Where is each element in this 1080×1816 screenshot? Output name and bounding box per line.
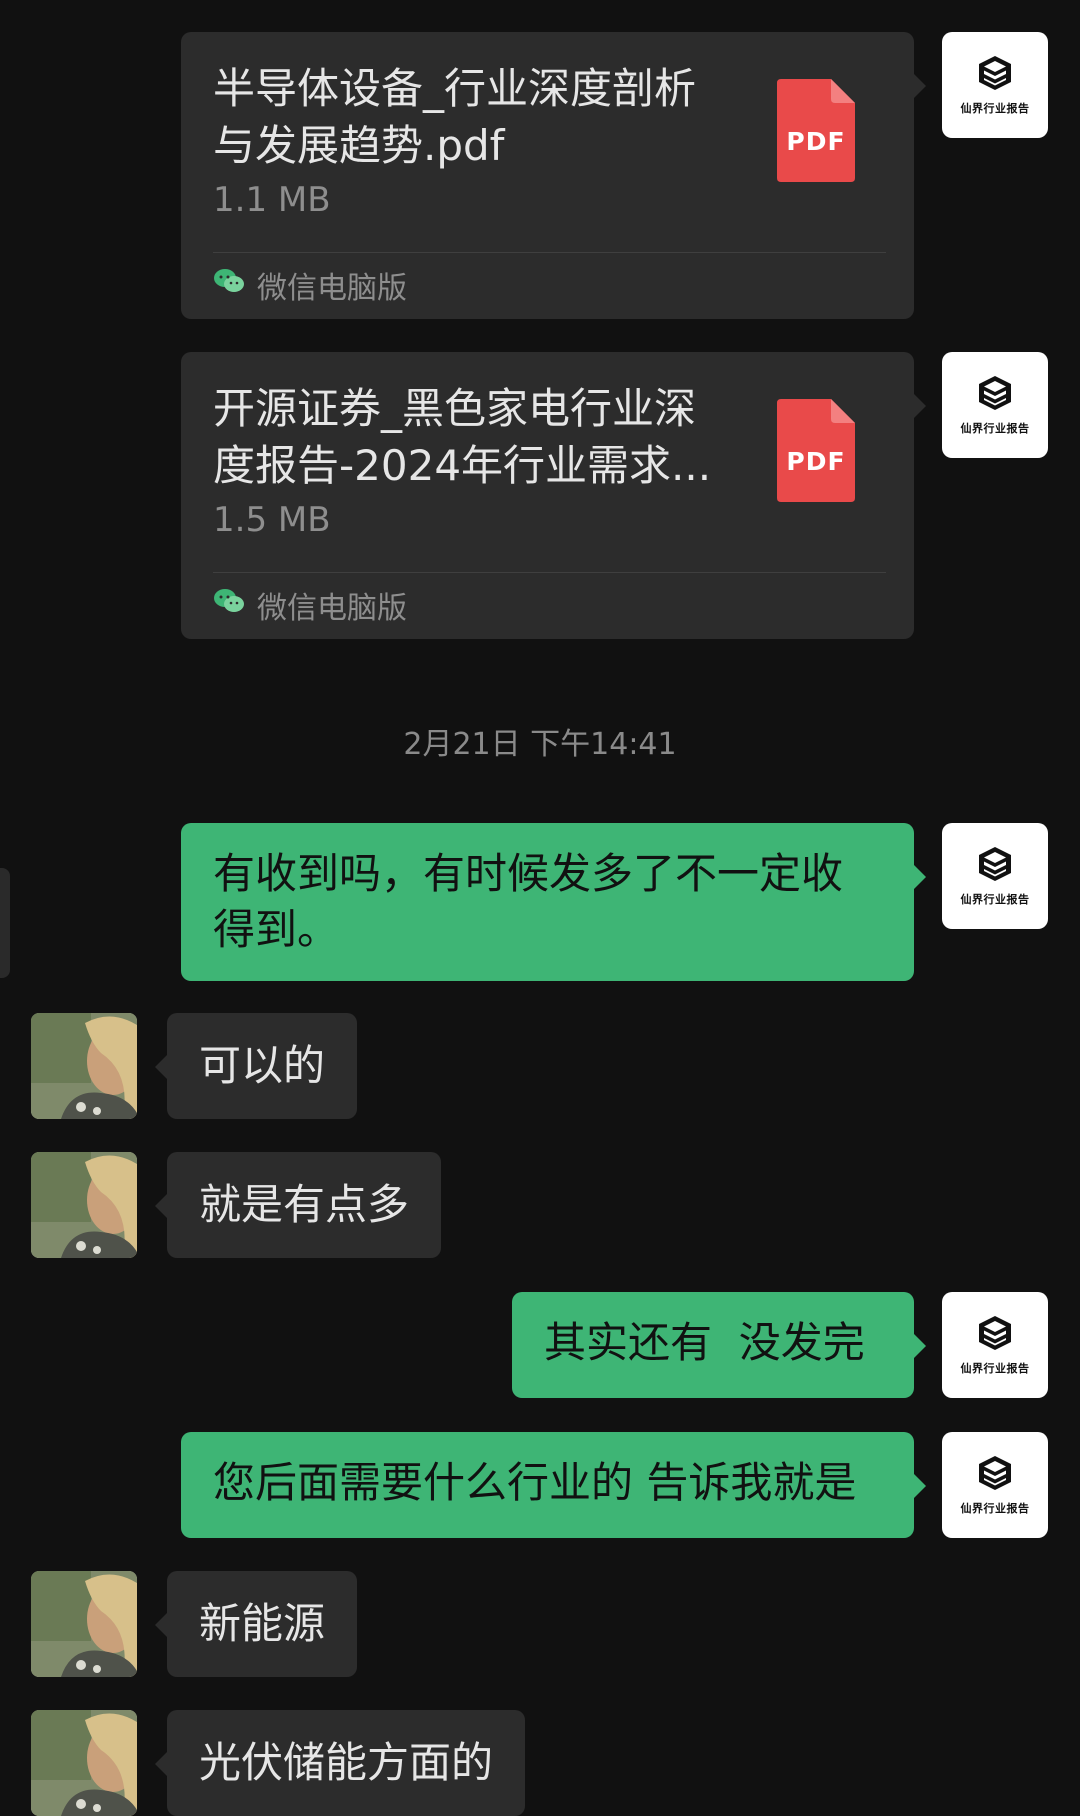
pdf-file-icon: PDF — [777, 79, 855, 182]
file-size: 1.5 MB — [213, 500, 331, 540]
avatar-brand-text: 仙界行业报告 — [960, 892, 1030, 906]
cube-logo-icon — [978, 375, 1012, 415]
own-avatar[interactable]: 仙界行业报告 — [942, 32, 1048, 138]
own-avatar[interactable]: 仙界行业报告 — [942, 1432, 1048, 1538]
pdf-label: PDF — [786, 447, 846, 476]
pdf-label: PDF — [786, 127, 846, 156]
own-avatar[interactable]: 仙界行业报告 — [942, 352, 1048, 458]
divider — [213, 252, 886, 253]
cube-logo-icon — [978, 846, 1012, 886]
file-name: 开源证券_黑色家电行业深度报告-2024年行业需求... — [213, 384, 712, 490]
avatar-brand-text: 仙界行业报告 — [960, 421, 1030, 435]
own-avatar[interactable]: 仙界行业报告 — [942, 1292, 1048, 1398]
outgoing-message[interactable]: 有收到吗，有时候发多了不一定收得到。 — [181, 823, 926, 981]
file-size: 1.1 MB — [213, 180, 331, 220]
avatar-brand-text: 仙界行业报告 — [960, 1361, 1030, 1375]
file-source-label: 微信电脑版 — [257, 591, 407, 626]
cube-logo-icon — [978, 55, 1012, 95]
file-source: 微信电脑版 — [213, 260, 407, 310]
contact-avatar[interactable] — [31, 1710, 137, 1816]
chat-timestamp: 2月21日 下午14:41 — [403, 727, 677, 762]
cube-logo-icon — [978, 1455, 1012, 1495]
incoming-message[interactable]: 就是有点多 — [154, 1152, 442, 1258]
file-message-card[interactable]: 开源证券_黑色家电行业深度报告-2024年行业需求... 1.5 MB PDF … — [181, 352, 926, 639]
incoming-message[interactable]: 新能源 — [154, 1571, 358, 1677]
file-source-label: 微信电脑版 — [257, 271, 407, 306]
contact-avatar[interactable] — [31, 1152, 137, 1258]
own-avatar[interactable]: 仙界行业报告 — [942, 823, 1048, 929]
contact-avatar[interactable] — [31, 1013, 137, 1119]
file-message-card[interactable]: 半导体设备_行业深度剖析与发展趋势.pdf 1.1 MB PDF 微信电脑版 — [181, 32, 926, 319]
avatar-brand-text: 仙界行业报告 — [960, 1501, 1030, 1515]
incoming-message[interactable]: 可以的 — [154, 1013, 358, 1119]
incoming-message[interactable]: 光伏储能方面的 — [154, 1710, 526, 1816]
outgoing-message[interactable]: 其实还有 没发完 — [512, 1292, 926, 1398]
file-name: 半导体设备_行业深度剖析与发展趋势.pdf — [213, 64, 697, 170]
contact-avatar[interactable] — [31, 1571, 137, 1677]
divider — [213, 572, 886, 573]
avatar-brand-text: 仙界行业报告 — [960, 101, 1030, 115]
outgoing-message[interactable]: 您后面需要什么行业的 告诉我就是 — [181, 1432, 926, 1538]
wechat-icon — [213, 267, 245, 303]
wechat-icon — [213, 587, 245, 623]
cube-logo-icon — [978, 1315, 1012, 1355]
pdf-file-icon: PDF — [777, 399, 855, 502]
side-drawer-handle[interactable] — [0, 868, 10, 978]
file-source: 微信电脑版 — [213, 580, 407, 630]
